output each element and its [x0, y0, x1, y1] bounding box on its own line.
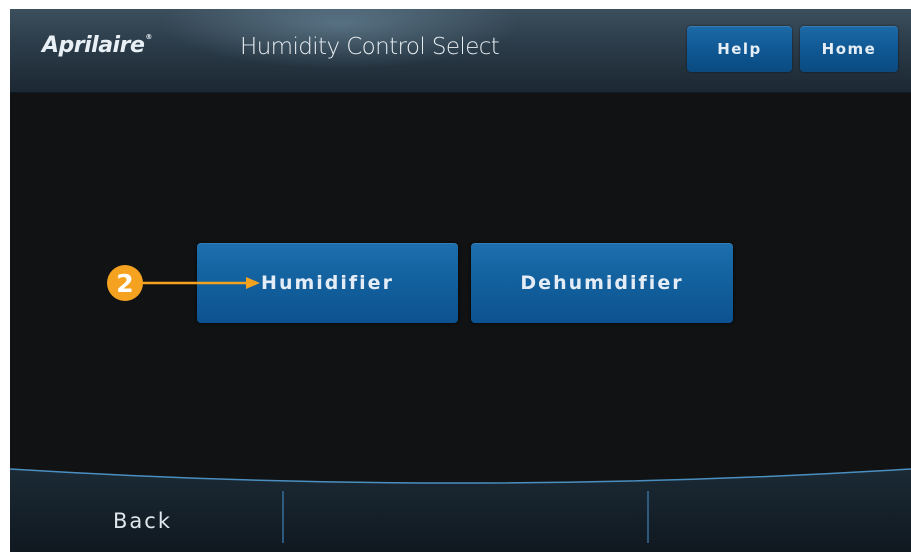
footer-bar	[10, 468, 911, 552]
humidifier-button-label: Humidifier	[261, 272, 394, 294]
back-button[interactable]: Back	[113, 509, 172, 533]
logo-registered-mark: ®	[145, 33, 152, 41]
dehumidifier-button-label: Dehumidifier	[520, 272, 684, 294]
page-title: Humidity Control Select	[240, 34, 500, 60]
help-button[interactable]: Help	[687, 26, 792, 72]
callout-number: 2	[116, 268, 134, 298]
thermostat-screen: Aprilaire® Humidity Control Select Help …	[10, 9, 911, 552]
callout-arrow-icon	[142, 277, 260, 289]
header-bar: Aprilaire® Humidity Control Select Help …	[10, 9, 911, 93]
help-button-label: Help	[717, 40, 762, 58]
step-callout-badge: 2	[107, 265, 143, 301]
home-button[interactable]: Home	[800, 26, 898, 72]
aprilaire-logo: Aprilaire®	[42, 33, 152, 58]
home-button-label: Home	[821, 40, 877, 58]
dehumidifier-button[interactable]: Dehumidifier	[471, 243, 733, 323]
logo-text: Aprilaire	[42, 33, 145, 58]
